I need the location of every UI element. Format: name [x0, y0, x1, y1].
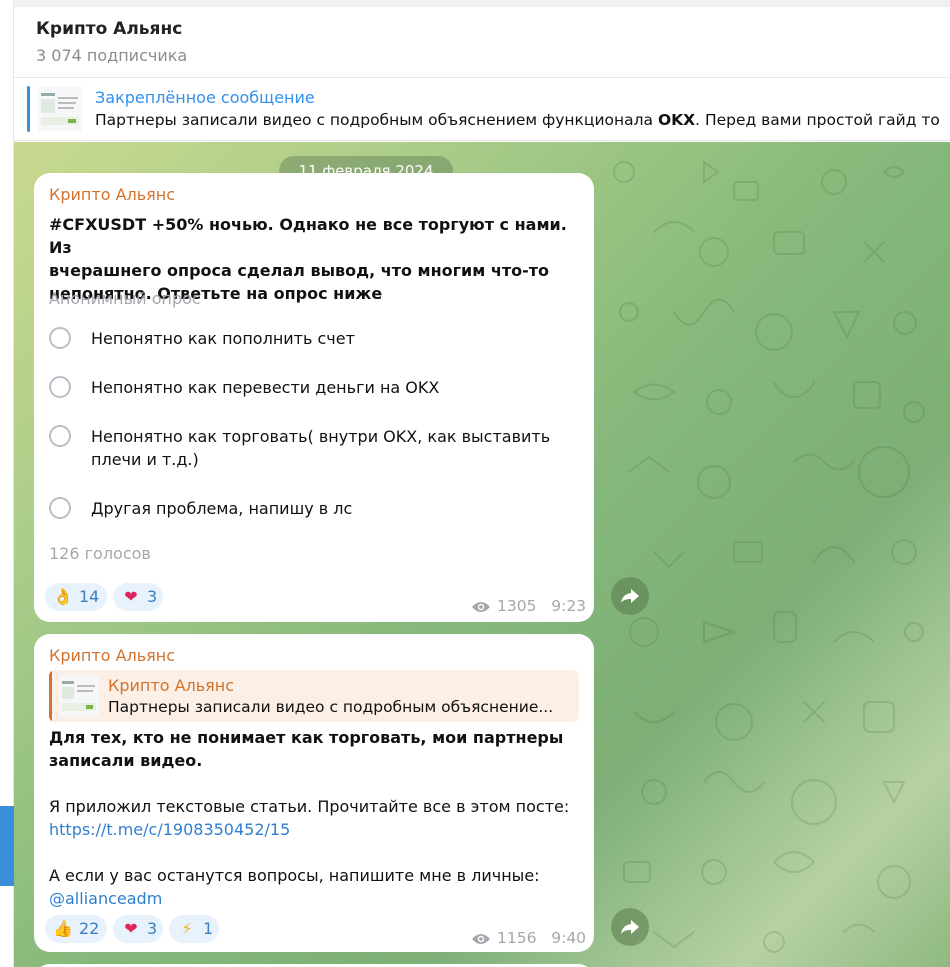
heart-icon: ❤ — [124, 919, 138, 938]
lightning-icon: ⚡ — [181, 919, 193, 938]
chat-header[interactable]: Крипто Альянс 3 074 подписчика — [14, 7, 950, 78]
post-heading: Для тех, кто не понимает как торговать, … — [49, 728, 564, 770]
ok-hand-icon: 👌 — [53, 587, 73, 606]
thumbs-up-icon: 👍 — [53, 919, 73, 938]
view-count: 1305 — [497, 597, 537, 615]
view-count: 1156 — [497, 929, 537, 947]
poll-option-label: Другая проблема, напишу в лс — [91, 499, 353, 518]
window-top-strip — [0, 0, 950, 7]
eye-icon — [472, 601, 490, 612]
pinned-preview: Партнеры записали видео с подробным объя… — [95, 111, 940, 129]
reaction-heart[interactable]: ❤ 3 — [113, 583, 163, 611]
message-meta: 1156 9:40 — [471, 929, 586, 947]
pinned-message-bar[interactable]: Закреплённое сообщение Партнеры записали… — [14, 78, 950, 141]
poll-option-label: Непонятно как торговать( внутри OKX, как… — [91, 427, 551, 469]
pinned-indicator-bar — [27, 86, 30, 132]
poll-option[interactable]: Непонятно как перевести деньги на OKX — [49, 374, 569, 404]
poll-option[interactable]: Непонятно как торговать( внутри OKX, как… — [49, 423, 569, 473]
username-link[interactable]: @allianceadm — [49, 887, 162, 910]
reaction-count: 3 — [147, 919, 158, 938]
radio-circle-icon[interactable] — [49, 327, 71, 349]
reaction-ok[interactable]: 👌 14 — [45, 583, 107, 611]
reaction-thumbs-up[interactable]: 👍 22 — [45, 915, 107, 943]
poll-type-label: Анонимный опрос — [49, 289, 201, 308]
message-sender[interactable]: Крипто Альянс — [49, 646, 175, 665]
heart-icon: ❤ — [124, 587, 138, 606]
reaction-count: 22 — [79, 919, 100, 938]
reaction-count: 1 — [203, 919, 214, 938]
reply-thumbnail — [59, 676, 99, 716]
poll-option[interactable]: Непонятно как пополнить счет — [49, 325, 569, 355]
radio-circle-icon[interactable] — [49, 425, 71, 447]
message-time: 9:40 — [551, 929, 587, 947]
poll-option-label: Непонятно как пополнить счет — [91, 329, 355, 348]
post-link[interactable]: https://t.me/c/1908350452/15 — [49, 818, 290, 841]
reply-text: Партнеры записали видео с подробным объя… — [108, 698, 554, 716]
share-button[interactable] — [611, 908, 649, 946]
message-bubble-post[interactable]: Крипто Альянс Крипто Альянс Партнеры зап… — [34, 634, 594, 952]
vote-count: 126 голосов — [49, 544, 151, 563]
reaction-count: 14 — [79, 587, 100, 606]
message-time: 9:23 — [551, 597, 587, 615]
share-arrow-icon — [621, 589, 639, 603]
subscriber-count: 3 074 подписчика — [36, 46, 188, 65]
reaction-heart[interactable]: ❤ 3 — [113, 915, 163, 943]
reaction-count: 3 — [147, 587, 158, 606]
radio-circle-icon[interactable] — [49, 376, 71, 398]
reply-indicator-bar — [49, 670, 52, 722]
poll-option[interactable]: Другая проблема, напишу в лс — [49, 495, 569, 525]
chat-area[interactable]: 11 февраля 2024 Крипто Альянс #CFXUSDT +… — [14, 142, 950, 967]
post-paragraph: А если у вас останутся вопросы, напишите… — [49, 866, 540, 885]
sidebar-edge — [0, 0, 14, 967]
message-sender[interactable]: Крипто Альянс — [49, 185, 175, 204]
poll-option-label: Непонятно как перевести деньги на OKX — [91, 378, 440, 397]
channel-name[interactable]: Крипто Альянс — [36, 19, 182, 39]
sidebar-active-strip[interactable] — [0, 806, 14, 886]
eye-icon — [472, 933, 490, 944]
pinned-thumbnail — [38, 87, 82, 131]
radio-circle-icon[interactable] — [49, 497, 71, 519]
message-meta: 1305 9:23 — [471, 597, 586, 615]
reply-title: Крипто Альянс — [108, 676, 235, 695]
reaction-lightning[interactable]: ⚡ 1 — [169, 915, 219, 943]
share-button[interactable] — [611, 577, 649, 615]
reply-preview[interactable]: Крипто Альянс Партнеры записали видео с … — [49, 670, 579, 722]
share-arrow-icon — [621, 920, 639, 934]
post-paragraph: Я приложил текстовые статьи. Прочитайте … — [49, 797, 570, 816]
pinned-title: Закреплённое сообщение — [95, 88, 315, 107]
message-bubble-poll[interactable]: Крипто Альянс #CFXUSDT +50% ночью. Однак… — [34, 173, 594, 622]
